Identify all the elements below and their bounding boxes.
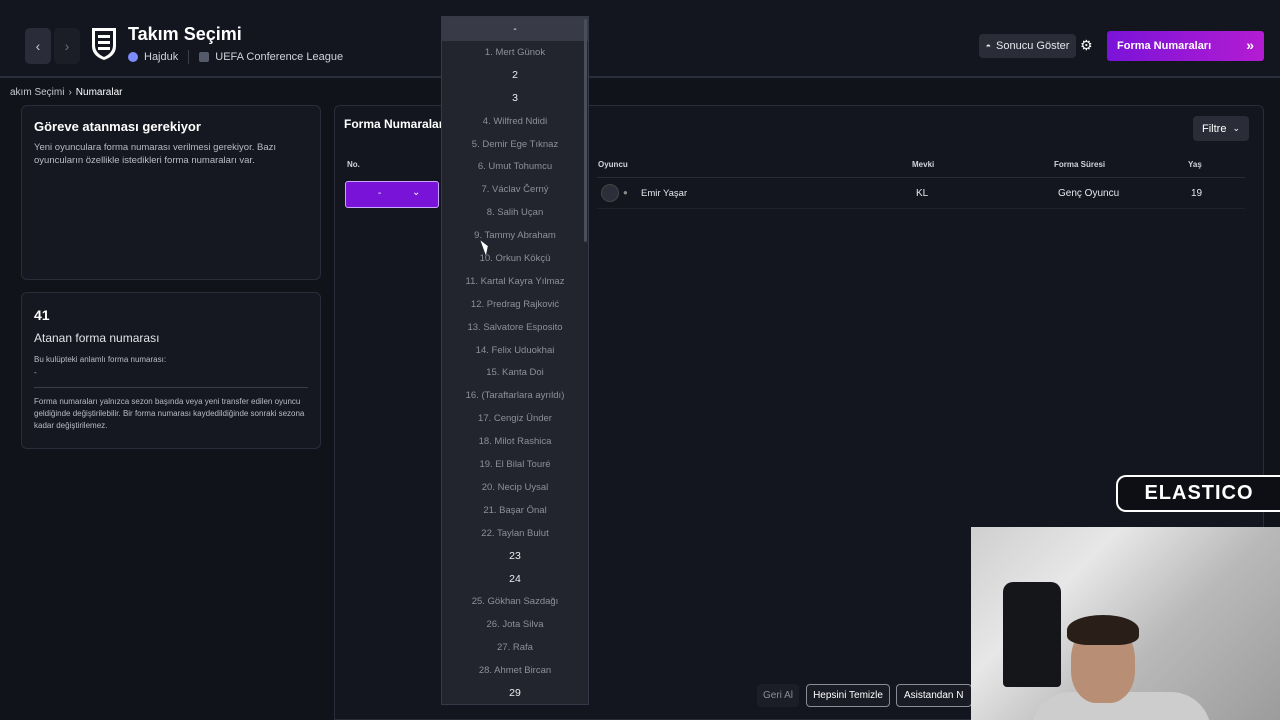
undo-label: Geri Al xyxy=(762,690,793,701)
dropdown-option[interactable]: 4. Wilfred Ndidi xyxy=(442,110,588,133)
jersey-number-select[interactable]: - ⌄ xyxy=(345,181,439,208)
divider xyxy=(188,50,190,64)
panel-title: Forma Numaraları xyxy=(344,117,447,131)
divider xyxy=(34,387,308,388)
webcam-feed xyxy=(971,527,1280,720)
column-header-position[interactable]: Mevki xyxy=(912,160,934,169)
dropdown-option[interactable]: 1. Mert Günok xyxy=(442,41,588,64)
dropdown-selected-option[interactable]: - xyxy=(442,17,588,41)
chevron-down-icon: ⌄ xyxy=(412,187,421,198)
dropdown-option[interactable]: 23 xyxy=(442,545,588,568)
forward-button[interactable]: › xyxy=(54,28,80,64)
dropdown-option[interactable]: 3 xyxy=(442,87,588,110)
divider xyxy=(597,177,1245,178)
webcam-person-hair xyxy=(1067,615,1139,645)
divider xyxy=(597,208,1245,209)
clear-all-label: Hepsini Temizle xyxy=(813,690,883,701)
person-icon: ● xyxy=(623,188,628,197)
avatar xyxy=(601,184,619,202)
column-header-no[interactable]: No. xyxy=(347,160,360,169)
jersey-number-dropdown[interactable]: - 1. Mert Günok 2 3 4. Wilfred Ndidi 5. Demi… xyxy=(441,16,589,705)
chevron-down-icon: ⌄ xyxy=(1232,123,1240,133)
task-card: Göreve atanması gerekiyor Yeni oyuncular… xyxy=(21,105,321,280)
dropdown-option[interactable]: 26. Jota Silva xyxy=(442,613,588,636)
assistant-button[interactable]: Asistandan N xyxy=(896,684,972,707)
dropdown-option[interactable]: 5. Demir Ege Tıknaz xyxy=(442,133,588,156)
meaningful-number-value: - xyxy=(34,368,37,377)
info-note: Forma numaraları yalnızca sezon başında … xyxy=(34,397,305,430)
task-title: Göreve atanması gerekiyor xyxy=(34,119,201,134)
task-text: Yeni oyunculara forma numarası verilmesi… xyxy=(34,142,277,166)
page-title: Takım Seçimi xyxy=(128,24,242,44)
jersey-numbers-button[interactable]: Forma Numaraları » xyxy=(1107,31,1264,61)
dropdown-option[interactable]: 8. Salih Uçan xyxy=(442,201,588,224)
player-position: KL xyxy=(916,188,929,199)
eye-icon: ◓ xyxy=(985,41,992,51)
dropdown-option[interactable]: 13. Salvatore Esposito xyxy=(442,316,588,339)
assigned-number-label: Atanan forma numarası xyxy=(34,331,160,345)
meaningful-number-label: Bu kulüpteki anlamlı forma numarası: xyxy=(34,355,167,364)
gear-icon[interactable]: ⚙ xyxy=(1080,37,1093,54)
filter-label: Filtre xyxy=(1202,122,1227,135)
trophy-icon xyxy=(199,52,210,62)
dropdown-option[interactable]: 19. El Bilal Touré xyxy=(442,453,588,476)
dropdown-option[interactable]: 7. Václav Černý xyxy=(442,178,588,201)
back-button[interactable]: ‹ xyxy=(25,28,51,64)
chevron-left-icon: ‹ xyxy=(35,38,41,54)
assigned-number-card: 41 Atanan forma numarası Bu kulüpteki an… xyxy=(21,292,321,449)
dropdown-option[interactable]: 11. Kartal Kayra Yılmaz xyxy=(442,270,588,293)
breadcrumb: akım Seçimi › Numaralar xyxy=(10,87,122,98)
dropdown-option[interactable]: 6. Umut Tohumcu xyxy=(442,155,588,178)
dropdown-option[interactable]: 18. Milot Rashica xyxy=(442,430,588,453)
subtitle: Hajduk UEFA Conference League xyxy=(128,50,343,64)
webcam-jersey xyxy=(1003,582,1061,687)
dropdown-option[interactable]: 27. Rafa xyxy=(442,636,588,659)
dropdown-list: 1. Mert Günok 2 3 4. Wilfred Ndidi 5. Demir … xyxy=(442,41,588,705)
column-header-duration[interactable]: Forma Süresi xyxy=(1054,160,1105,169)
dropdown-option[interactable]: 17. Cengiz Ünder xyxy=(442,407,588,430)
dropdown-option[interactable]: 9. Tammy Abraham xyxy=(442,224,588,247)
top-bar: ‹ › Takım Seçimi Hajduk UEFA Conference … xyxy=(0,0,1280,78)
player-age: 19 xyxy=(1191,188,1203,199)
club-name: Hajduk xyxy=(144,51,179,63)
selected-number: - xyxy=(378,188,382,199)
competition-name: UEFA Conference League xyxy=(215,51,344,63)
dropdown-option[interactable]: 15. Kanta Doi xyxy=(442,361,588,384)
scrollbar[interactable] xyxy=(584,19,587,242)
column-header-age[interactable]: Yaş xyxy=(1188,160,1202,169)
breadcrumb-parent[interactable]: akım Seçimi xyxy=(10,87,64,98)
dropdown-selected-label: - xyxy=(513,23,517,35)
dropdown-option[interactable]: 22. Taylan Bulut xyxy=(442,522,588,545)
clear-all-button[interactable]: Hepsini Temizle xyxy=(806,684,890,707)
dropdown-option[interactable]: 24 xyxy=(442,567,588,590)
chevron-right-icon: › xyxy=(68,87,72,98)
dropdown-option[interactable]: 10. Orkun Kökçü xyxy=(442,247,588,270)
dropdown-option[interactable]: 25. Gökhan Sazdağı xyxy=(442,590,588,613)
shield-icon xyxy=(128,52,138,62)
breadcrumb-current: Numaralar xyxy=(75,87,123,98)
filter-button[interactable]: Filtre ⌄ xyxy=(1193,116,1249,141)
dropdown-option[interactable]: 29 xyxy=(442,682,588,705)
chevron-right-icon: › xyxy=(64,38,70,54)
show-result-label: Sonucu Göster xyxy=(996,40,1070,52)
player-name[interactable]: Emir Yaşar xyxy=(641,188,687,199)
assigned-number: 41 xyxy=(34,307,50,323)
show-result-button[interactable]: ◓ Sonucu Göster xyxy=(979,34,1076,58)
double-chevron-right-icon: » xyxy=(1246,37,1254,53)
dropdown-option[interactable]: 14. Felix Uduokhai xyxy=(442,339,588,362)
dropdown-option[interactable]: 20. Necip Uysal xyxy=(442,476,588,499)
brand-text: ELASTICO xyxy=(1144,482,1254,504)
dropdown-option[interactable]: 21. Başar Önal xyxy=(442,499,588,522)
column-header-player[interactable]: Oyuncu xyxy=(598,160,628,169)
dropdown-option[interactable]: 12. Predrag Rajković xyxy=(442,293,588,316)
assistant-label: Asistandan N xyxy=(904,690,964,701)
undo-button[interactable]: Geri Al xyxy=(757,684,799,707)
jersey-duration: Genç Oyuncu xyxy=(1058,188,1120,199)
jersey-numbers-label: Forma Numaraları xyxy=(1117,40,1212,52)
club-crest-icon xyxy=(92,28,116,60)
dropdown-option[interactable]: 2 xyxy=(442,64,588,87)
brand-logo: ELASTICO xyxy=(1116,475,1280,512)
dropdown-option[interactable]: 16. (Taraftarlara ayrıldı) xyxy=(442,384,588,407)
dropdown-option[interactable]: 28. Ahmet Bircan xyxy=(442,659,588,682)
